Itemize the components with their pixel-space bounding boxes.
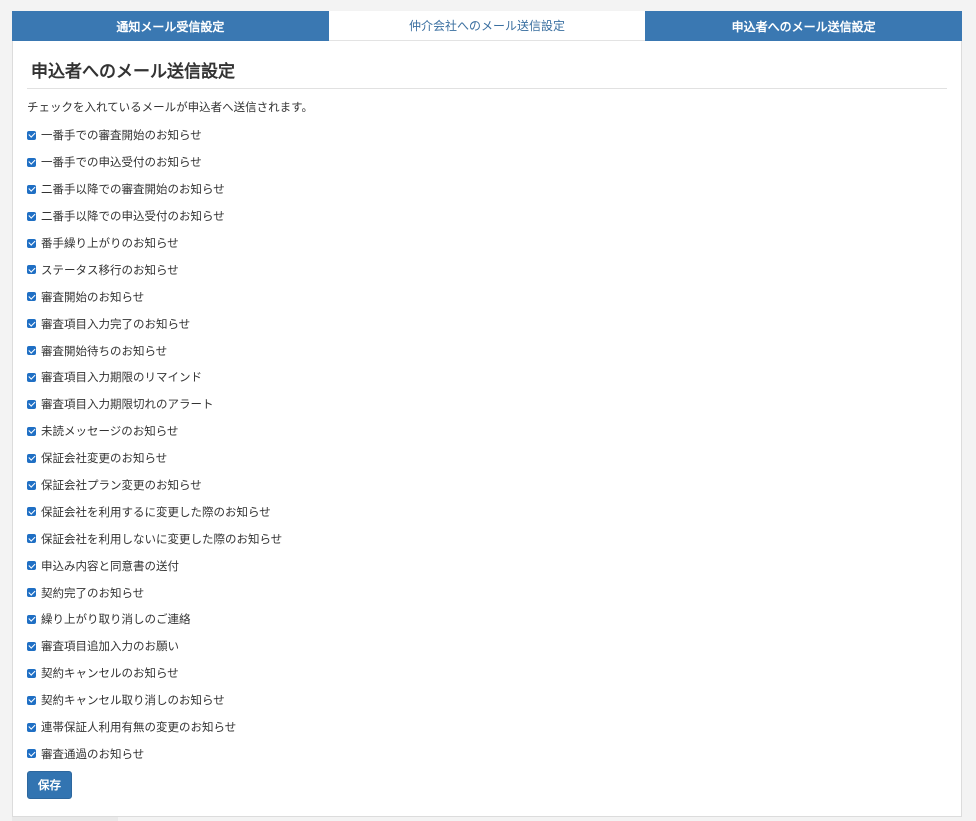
mail-option-label: 審査項目追加入力のお願い xyxy=(41,639,179,654)
mail-option-list: 一番手での審査開始のお知らせ 一番手での申込受付のお知らせ二番手以降での審査開始の… xyxy=(27,122,947,767)
mail-option-label: 契約完了のお知らせ xyxy=(41,585,145,600)
mail-option-label: 連帯保証人利用有無の変更のお知らせ xyxy=(41,720,237,735)
settings-panel: 通知メール受信設定 仲介会社へのメール送信設定 申込者へのメール送信設定 申込者… xyxy=(12,11,963,817)
mail-option-item[interactable]: 保証会社変更のお知らせ xyxy=(27,445,947,472)
mail-option-label: 未読メッセージのお知らせ xyxy=(41,424,179,439)
mail-option-item[interactable]: 審査開始待ちのお知らせ xyxy=(27,337,947,364)
mail-option-label: 審査開始のお知らせ xyxy=(41,289,145,304)
mail-option-label: 一番手での申込受付のお知らせ xyxy=(41,155,202,170)
mail-option-item[interactable]: 契約完了のお知らせ xyxy=(27,579,947,606)
mail-option-item[interactable]: 契約キャンセル取り消しのお知らせ xyxy=(27,687,947,714)
mail-option-item[interactable]: 二番手以降での審査開始のお知らせ xyxy=(27,176,947,203)
mail-option-label: 二番手以降での審査開始のお知らせ xyxy=(41,182,225,197)
checkbox[interactable] xyxy=(27,157,36,167)
mail-option-label: 審査通過のお知らせ xyxy=(41,746,145,761)
mail-option-label: 契約キャンセル取り消しのお知らせ xyxy=(41,693,225,708)
mail-option-label: 一番手での審査開始のお知らせ xyxy=(41,128,202,143)
checkbox[interactable] xyxy=(27,426,36,436)
checkbox[interactable] xyxy=(27,265,36,275)
mail-option-item[interactable]: 一番手での審査開始のお知らせ xyxy=(27,122,947,149)
page-title: 申込者へのメール送信設定 xyxy=(31,62,235,82)
checkbox[interactable] xyxy=(27,453,36,463)
mail-option-item[interactable]: 保証会社を利用するに変更した際のお知らせ xyxy=(27,498,947,525)
mail-option-label: ステータス移行のお知らせ xyxy=(41,262,179,277)
mail-option-item[interactable]: 審査通過のお知らせ xyxy=(27,740,947,767)
tab-agency-mail[interactable]: 仲介会社へのメール送信設定 xyxy=(328,11,646,41)
mail-option-item[interactable]: 未読メッセージのお知らせ xyxy=(27,418,947,445)
mail-option-label: 申込み内容と同意書の送付 xyxy=(41,558,179,573)
tab-applicant-mail[interactable]: 申込者へのメール送信設定 xyxy=(645,11,963,41)
checkbox[interactable] xyxy=(27,507,36,517)
checkbox[interactable] xyxy=(27,319,36,329)
checkbox[interactable] xyxy=(27,641,36,651)
checkbox[interactable] xyxy=(27,372,36,382)
mail-option-item[interactable]: 一番手での申込受付のお知らせ xyxy=(27,149,947,176)
tab-bar: 通知メール受信設定 仲介会社へのメール送信設定 申込者へのメール送信設定 xyxy=(12,11,963,41)
save-button[interactable]: 保存 xyxy=(27,771,72,800)
mail-option-label: 契約キャンセルのお知らせ xyxy=(41,666,179,681)
mail-option-item[interactable]: 審査項目入力期限切れのアラート xyxy=(27,391,947,418)
divider xyxy=(27,88,947,89)
checkbox[interactable] xyxy=(27,480,36,490)
checkbox[interactable] xyxy=(27,184,36,194)
checkbox[interactable] xyxy=(27,695,36,705)
description-text: チェックを入れているメールが申込者へ送信されます。 xyxy=(27,100,314,114)
mail-option-item[interactable]: 番手繰り上がりのお知らせ xyxy=(27,230,947,257)
checkbox[interactable] xyxy=(27,668,36,678)
mail-option-item[interactable]: 連帯保証人利用有無の変更のお知らせ xyxy=(27,714,947,741)
mail-option-item[interactable]: ステータス移行のお知らせ xyxy=(27,256,947,283)
mail-option-label: 審査項目入力完了のお知らせ xyxy=(41,316,191,331)
panel-body: 申込者へのメール送信設定 チェックを入れているメールが申込者へ送信されます。 一… xyxy=(13,59,961,800)
checkbox[interactable] xyxy=(27,292,36,302)
mail-option-label: 二番手以降での申込受付のお知らせ xyxy=(41,209,225,224)
checkbox[interactable] xyxy=(27,722,36,732)
checkbox[interactable] xyxy=(27,211,36,221)
checkbox[interactable] xyxy=(27,238,36,248)
checkbox[interactable] xyxy=(27,399,36,409)
mail-option-label: 保証会社変更のお知らせ xyxy=(41,451,168,466)
mail-option-label: 審査項目入力期限のリマインド xyxy=(41,370,202,385)
mail-option-item[interactable]: 契約キャンセルのお知らせ xyxy=(27,660,947,687)
mail-option-label: 保証会社プラン変更のお知らせ xyxy=(41,478,202,493)
mail-option-item[interactable]: 二番手以降での申込受付のお知らせ xyxy=(27,203,947,230)
checkbox[interactable] xyxy=(27,561,36,571)
tab-notification-receive[interactable]: 通知メール受信設定 xyxy=(12,11,329,41)
checkbox[interactable] xyxy=(27,588,36,598)
mail-option-item[interactable]: 申込み内容と同意書の送付 xyxy=(27,552,947,579)
mail-option-item[interactable]: 審査項目入力期限のリマインド xyxy=(27,364,947,391)
mail-option-item[interactable]: 審査項目入力完了のお知らせ xyxy=(27,310,947,337)
mail-option-label: 保証会社を利用しないに変更した際のお知らせ xyxy=(41,531,283,546)
mail-option-item[interactable]: 保証会社プラン変更のお知らせ xyxy=(27,472,947,499)
checkbox[interactable] xyxy=(27,614,36,624)
mail-option-label: 保証会社を利用するに変更した際のお知らせ xyxy=(41,504,271,519)
footer-bar xyxy=(12,817,118,821)
checkbox[interactable] xyxy=(27,749,36,759)
mail-option-item[interactable]: 保証会社を利用しないに変更した際のお知らせ xyxy=(27,525,947,552)
mail-option-item[interactable]: 審査開始のお知らせ xyxy=(27,283,947,310)
mail-option-label: 番手繰り上がりのお知らせ xyxy=(41,236,179,250)
mail-option-label: 審査開始待ちのお知らせ xyxy=(41,343,168,358)
mail-option-label: 繰り上がり取り消しのご連絡 xyxy=(41,612,191,627)
mail-option-item[interactable]: 繰り上がり取り消しのご連絡 xyxy=(27,606,947,633)
mail-option-label: 審査項目入力期限切れのアラート xyxy=(41,397,214,412)
checkbox[interactable] xyxy=(27,346,36,356)
mail-option-item[interactable]: 審査項目追加入力のお願い xyxy=(27,633,947,660)
checkbox[interactable] xyxy=(27,534,36,544)
checkbox[interactable] xyxy=(27,130,36,140)
